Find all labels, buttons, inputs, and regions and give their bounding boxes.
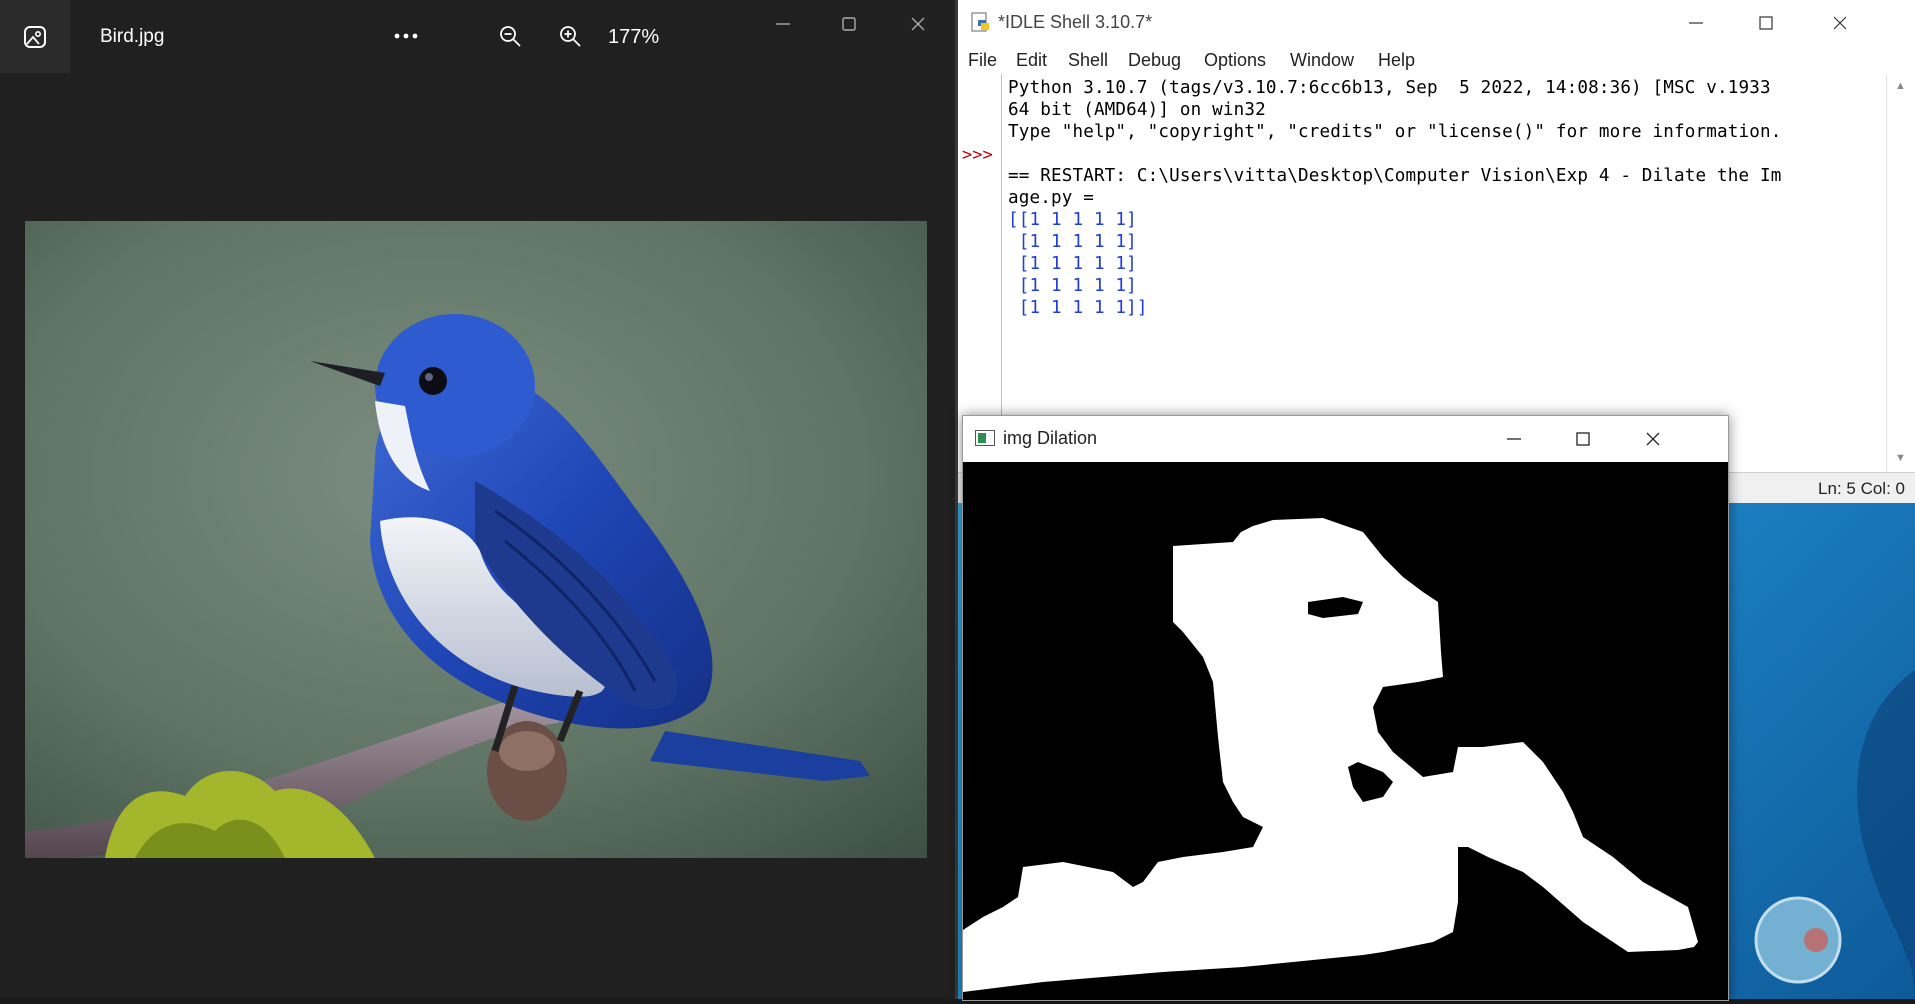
menu-window[interactable]: Window: [1290, 50, 1354, 71]
window-icon: [975, 430, 995, 446]
idle-close-button[interactable]: [1818, 10, 1862, 36]
output-line: [1 1 1 1 1]: [1008, 276, 1137, 296]
dilation-minimize-button[interactable]: [1492, 426, 1536, 452]
more-icon: [394, 33, 418, 39]
idle-maximize-button[interactable]: [1744, 10, 1788, 36]
python-icon: [971, 12, 989, 32]
minimize-icon: [1507, 438, 1521, 440]
output-line: [1 1 1 1 1]]: [1008, 298, 1148, 318]
zoom-level[interactable]: 177%: [608, 26, 659, 49]
bird-image: [25, 221, 927, 858]
file-name: Bird.jpg: [100, 26, 165, 47]
shell-line: 64 bit (AMD64)] on win32: [1008, 100, 1266, 120]
shell-line: == RESTART: C:\Users\vitta\Desktop\Compu…: [1008, 166, 1782, 186]
dilation-maximize-button[interactable]: [1561, 426, 1605, 452]
maximize-icon: [1759, 16, 1773, 30]
shell-text-area[interactable]: Python 3.10.7 (tags/v3.10.7:6cc6b13, Sep…: [1008, 74, 1844, 472]
vertical-scrollbar[interactable]: ▲ ▼: [1886, 74, 1915, 472]
photos-close-button[interactable]: [900, 12, 936, 36]
output-line: [[1 1 1 1 1]: [1008, 210, 1137, 230]
photo-icon: [24, 25, 46, 48]
maximize-icon: [1576, 432, 1590, 446]
menu-help[interactable]: Help: [1378, 50, 1415, 71]
photos-minimize-button[interactable]: [765, 12, 801, 36]
dilation-close-button[interactable]: [1631, 426, 1675, 452]
photos-maximize-button[interactable]: [831, 12, 867, 36]
menu-shell[interactable]: Shell: [1068, 50, 1108, 71]
menu-options[interactable]: Options: [1204, 50, 1266, 71]
minimize-icon: [776, 23, 790, 25]
shell-line: Python 3.10.7 (tags/v3.10.7:6cc6b13, Sep…: [1008, 78, 1771, 98]
output-line: [1 1 1 1 1]: [1008, 232, 1137, 252]
dilated-image: [963, 462, 1728, 1000]
maximize-icon: [842, 17, 856, 31]
scroll-down-icon[interactable]: ▼: [1895, 452, 1906, 464]
close-icon: [1833, 16, 1847, 30]
output-line: [1 1 1 1 1]: [1008, 254, 1137, 274]
shell-line: Type "help", "copyright", "credits" or "…: [1008, 122, 1782, 142]
minimize-icon: [1689, 22, 1703, 24]
menu-debug[interactable]: Debug: [1128, 50, 1181, 71]
photos-window: Bird.jpg 177%: [0, 0, 955, 999]
menu-edit[interactable]: Edit: [1016, 50, 1047, 71]
dilation-title: img Dilation: [1003, 428, 1098, 448]
dilation-titlebar: img Dilation: [963, 416, 1728, 462]
shell-prompt: >>>: [962, 145, 993, 165]
more-button[interactable]: [388, 18, 424, 54]
close-icon: [911, 17, 925, 31]
idle-menubar: File Edit Shell Debug Options Window Hel…: [958, 46, 1915, 74]
idle-title: *IDLE Shell 3.10.7*: [998, 12, 1153, 32]
photos-titlebar: Bird.jpg 177%: [0, 0, 955, 73]
zoom-out-button[interactable]: [492, 18, 528, 54]
prompt-gutter: >>>: [958, 74, 1002, 472]
idle-minimize-button[interactable]: [1674, 10, 1718, 36]
menu-file[interactable]: File: [968, 50, 997, 71]
close-icon: [1646, 432, 1660, 446]
cursor-position: Ln: 5 Col: 0: [1818, 479, 1905, 498]
scroll-up-icon[interactable]: ▲: [1895, 80, 1906, 92]
shell-line: age.py =: [1008, 188, 1094, 208]
zoom-in-button[interactable]: [552, 18, 588, 54]
photos-app-button[interactable]: [0, 0, 70, 73]
idle-titlebar: *IDLE Shell 3.10.7*: [958, 0, 1915, 46]
zoom-out-icon: [500, 26, 521, 47]
dilation-window: img Dilation: [962, 415, 1729, 1001]
zoom-in-icon: [560, 26, 581, 47]
